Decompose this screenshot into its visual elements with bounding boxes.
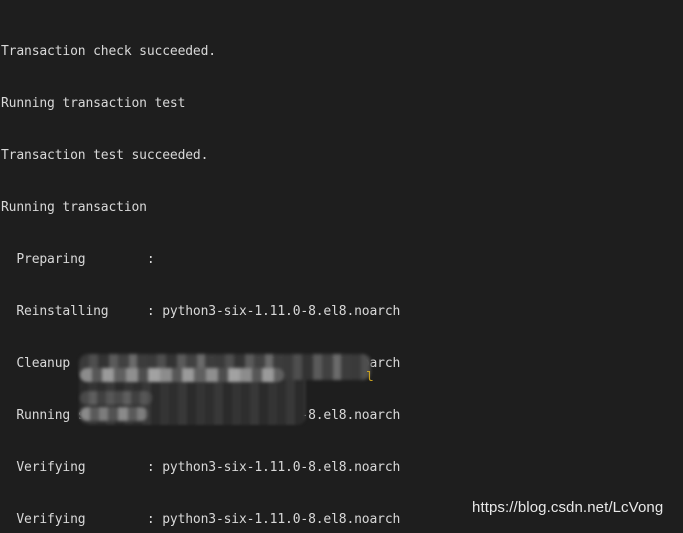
terminal-line: Transaction test succeeded. bbox=[1, 148, 209, 164]
terminal-line: Running transaction bbox=[1, 200, 147, 216]
watermark-blog-url: https://blog.csdn.net/LcVong bbox=[472, 499, 664, 516]
terminal-line: Transaction check succeeded. bbox=[1, 44, 216, 60]
redaction-trailing-character: l bbox=[366, 370, 374, 385]
terminal-line: Preparing : bbox=[1, 252, 163, 268]
terminal-line: Cleanup : python3-six-1.11.0-8.el8.noarc… bbox=[1, 356, 401, 372]
terminal-window[interactable]: Transaction check succeeded. Running tra… bbox=[0, 0, 683, 533]
terminal-output: Transaction check succeeded. Running tra… bbox=[0, 0, 683, 533]
terminal-line: Running transaction test bbox=[1, 96, 186, 112]
terminal-line: Reinstalling : python3-six-1.11.0-8.el8.… bbox=[1, 304, 401, 320]
terminal-line: Running scriptlet: python3-six-1.11.0-8.… bbox=[1, 408, 401, 424]
terminal-line: Verifying : python3-six-1.11.0-8.el8.noa… bbox=[1, 460, 401, 476]
